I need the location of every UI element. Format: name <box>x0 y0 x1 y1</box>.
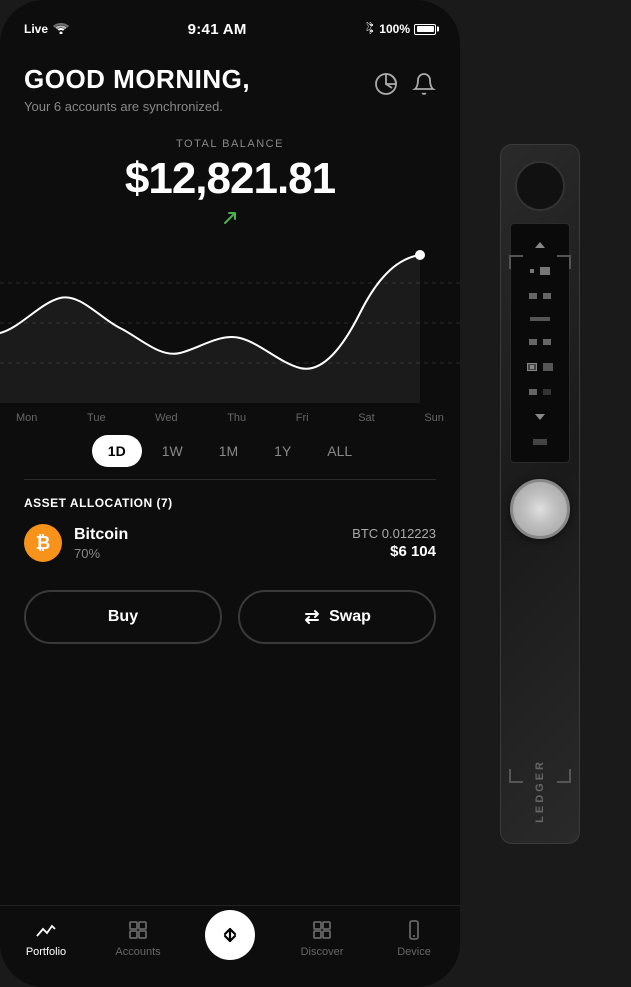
day-mon: Mon <box>16 412 37 424</box>
portfolio-icon[interactable] <box>374 72 398 96</box>
wifi-icon <box>53 22 69 37</box>
nav-device[interactable]: Device <box>368 914 460 958</box>
transfer-icon <box>219 924 241 946</box>
status-left: Live <box>24 22 69 37</box>
nav-accounts[interactable]: Accounts <box>92 914 184 958</box>
notification-icon[interactable] <box>412 72 436 96</box>
day-wed: Wed <box>155 412 177 424</box>
nav-portfolio[interactable]: Portfolio <box>0 914 92 958</box>
period-1d-button[interactable]: 1D <box>92 435 142 467</box>
chart-day-labels: Mon Tue Wed Thu Fri Sat Sun <box>0 408 460 428</box>
day-sat: Sat <box>358 412 375 424</box>
time-period-controls: 1D 1W 1M 1Y ALL <box>0 423 460 479</box>
battery-percent: 100% <box>379 22 410 36</box>
device-button[interactable] <box>510 479 570 539</box>
device-up-arrow <box>534 241 546 249</box>
bitcoin-info: Bitcoin 70% <box>74 526 340 561</box>
accounts-nav-label: Accounts <box>115 946 160 958</box>
battery-icon <box>414 24 436 35</box>
subtitle-text: Your 6 accounts are synchronized. <box>24 99 436 114</box>
action-buttons: Buy Swap <box>0 578 460 656</box>
period-1w-button[interactable]: 1W <box>146 435 199 467</box>
device-body: LEDGER <box>500 144 580 844</box>
status-time: 9:41 AM <box>188 21 247 38</box>
status-bar: Live 9:41 AM 100% <box>0 0 460 44</box>
bottom-navigation: Portfolio Accounts <box>0 905 460 987</box>
portfolio-nav-label: Portfolio <box>26 946 66 958</box>
swap-icon <box>303 608 321 626</box>
phone-screen: Live 9:41 AM 100% <box>0 0 460 987</box>
bitcoin-crypto: BTC 0.012223 <box>352 526 436 541</box>
portfolio-nav-icon <box>34 918 58 942</box>
bitcoin-fiat: $6 104 <box>352 543 436 560</box>
device-nav-label: Device <box>397 946 431 958</box>
nav-transfer-center <box>184 914 276 960</box>
buy-button[interactable]: Buy <box>24 590 222 644</box>
balance-section: TOTAL BALANCE $12,821.81 <box>0 114 460 231</box>
device-screen <box>510 223 570 463</box>
period-all-button[interactable]: ALL <box>311 435 368 467</box>
day-tue: Tue <box>87 412 106 424</box>
swap-label: Swap <box>329 608 371 626</box>
carrier-text: Live <box>24 22 48 36</box>
trend-arrow-icon <box>222 210 238 226</box>
device-camera <box>515 161 565 211</box>
period-1y-button[interactable]: 1Y <box>258 435 307 467</box>
balance-change <box>222 210 238 226</box>
day-sun: Sun <box>424 412 444 424</box>
device-branding: LEDGER <box>534 539 546 843</box>
balance-label: TOTAL BALANCE <box>24 138 436 150</box>
transfer-fab-button[interactable] <box>205 910 255 960</box>
chart-svg <box>0 243 460 403</box>
bitcoin-icon: ₿ <box>24 524 62 562</box>
nav-discover[interactable]: Discover <box>276 914 368 958</box>
day-thu: Thu <box>227 412 246 424</box>
period-1m-button[interactable]: 1M <box>203 435 254 467</box>
bitcoin-values: BTC 0.012223 $6 104 <box>352 526 436 560</box>
asset-title: ASSET ALLOCATION (7) <box>24 496 436 510</box>
status-right: 100% <box>365 21 436 38</box>
device-nav-icon <box>402 918 426 942</box>
bitcoin-name: Bitcoin <box>74 526 340 544</box>
device-down-arrow <box>534 413 546 421</box>
bluetooth-icon <box>365 21 375 38</box>
discover-nav-icon <box>310 918 334 942</box>
bitcoin-asset-item[interactable]: ₿ Bitcoin 70% BTC 0.012223 $6 104 <box>24 524 436 562</box>
ledger-brand-text: LEDGER <box>534 759 546 823</box>
balance-amount: $12,821.81 <box>24 154 436 204</box>
discover-nav-label: Discover <box>301 946 344 958</box>
bitcoin-percent: 70% <box>74 546 340 561</box>
day-fri: Fri <box>296 412 309 424</box>
header-actions <box>374 72 436 96</box>
asset-allocation-section: ASSET ALLOCATION (7) ₿ Bitcoin 70% BTC 0… <box>0 480 460 578</box>
swap-button[interactable]: Swap <box>238 590 436 644</box>
chart-end-dot <box>415 250 425 260</box>
ledger-hardware-device: LEDGER <box>460 0 620 987</box>
accounts-nav-icon <box>126 918 150 942</box>
price-chart: Mon Tue Wed Thu Fri Sat Sun <box>0 243 460 423</box>
